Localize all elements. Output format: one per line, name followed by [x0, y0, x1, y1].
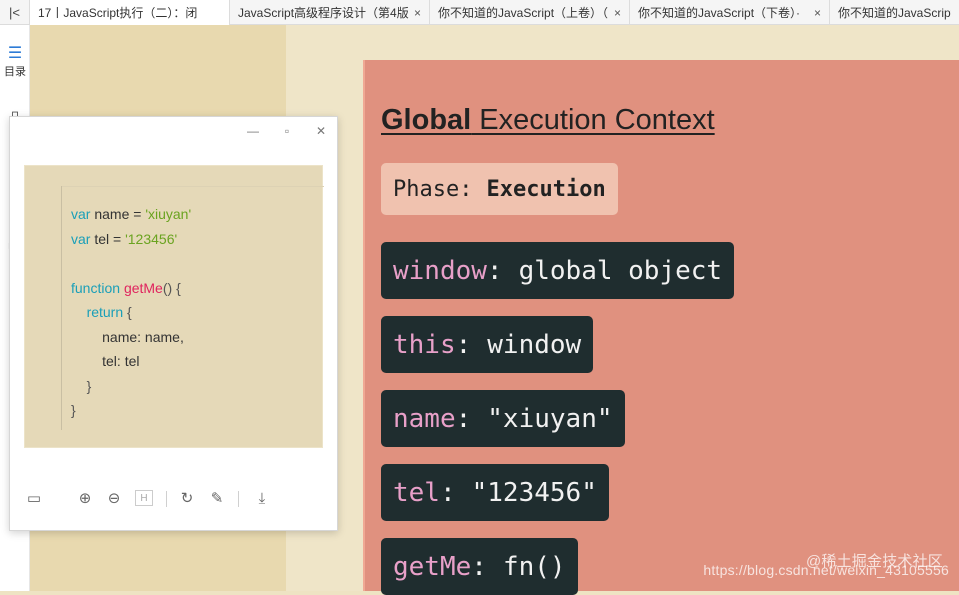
entry-colon: :	[455, 403, 472, 434]
toolbar-separator	[238, 491, 239, 507]
tab-5[interactable]: 你不知道的JavaScript	[830, 0, 959, 25]
code-text: name: name,	[102, 328, 184, 345]
slide-title-bold: Global	[381, 104, 472, 136]
entry-colon: :	[439, 477, 456, 508]
rotate-icon[interactable]: ↻	[178, 489, 196, 507]
code-text: }	[71, 402, 76, 418]
close-icon[interactable]: ×	[614, 6, 621, 20]
download-icon[interactable]: ⤓	[253, 489, 271, 507]
zoom-out-icon[interactable]: ⊖	[105, 489, 123, 507]
slide-title: Global Execution Context	[381, 104, 715, 137]
slide-title-rest: Execution Context	[471, 104, 715, 136]
image-viewer-window[interactable]: — ▫ ✕ var name = 'xiuyan' var tel = '123…	[9, 116, 338, 531]
slide-image: Global Execution Context Phase: Executio…	[363, 60, 959, 595]
tab-label: 你不知道的JavaScript	[838, 6, 951, 20]
entry-key: window	[393, 255, 487, 286]
code-text: }	[86, 377, 92, 394]
entry-key: name	[393, 403, 456, 434]
tab-label: 17丨JavaScript执行（二）：闭	[38, 6, 198, 20]
tab-bar: |< 17丨JavaScript执行（二）：闭 JavaScript高级程序设计…	[0, 0, 959, 25]
code-block-border	[61, 186, 324, 187]
watermark-brand: @稀土掘金技术社区	[806, 550, 943, 571]
context-entry-window: window: global object	[381, 242, 735, 299]
tab-label: JavaScript高级程序设计（第4版	[238, 6, 409, 20]
code-text: tel: tel	[102, 353, 140, 369]
zoom-in-icon[interactable]: ⊕	[76, 489, 94, 507]
tab-label: 你不知道的JavaScript（上卷）（	[438, 6, 609, 20]
entry-key: tel	[393, 477, 440, 508]
entry-colon: :	[486, 255, 503, 286]
code-string: 'xiuyan'	[145, 206, 192, 222]
code-keyword: var	[71, 206, 91, 222]
tab-2[interactable]: JavaScript高级程序设计（第4版 ×	[230, 0, 430, 25]
entry-colon: :	[471, 551, 487, 582]
pencil-icon[interactable]: ✎	[208, 489, 226, 507]
viewer-toolbar: ▭ ⊕ ⊖ H ↻ ✎ ⤓	[10, 485, 337, 513]
entry-value: fn()	[502, 551, 566, 582]
close-button[interactable]: ✕	[315, 124, 327, 138]
viewer-titlebar[interactable]: — ▫ ✕	[10, 117, 337, 145]
close-icon[interactable]: ×	[414, 6, 421, 20]
context-entry-name: name: "xiuyan"	[381, 390, 625, 447]
minimize-button[interactable]: —	[247, 124, 259, 138]
code-keyword: return	[86, 304, 124, 320]
entry-value: "xiuyan"	[487, 403, 613, 434]
page-field[interactable]: H	[135, 490, 153, 506]
thumbnail-icon[interactable]: ▭	[25, 489, 43, 507]
phase-value: Execution	[486, 176, 606, 202]
code-keyword: function	[71, 279, 121, 296]
entry-value: window	[487, 329, 582, 360]
entry-value: global object	[518, 255, 723, 286]
list-icon: ☰	[7, 45, 23, 62]
code-text: {	[123, 304, 132, 320]
code-string: '123456'	[125, 230, 178, 247]
phase-label: Phase:	[393, 176, 473, 202]
code-text: name =	[90, 206, 146, 222]
code-text: tel =	[90, 230, 126, 247]
toolbar-separator	[166, 491, 167, 507]
code-block-border	[61, 186, 62, 430]
entry-key: getMe	[393, 551, 472, 582]
collapse-sidebar-button[interactable]: |<	[0, 0, 30, 25]
tab-1[interactable]: 17丨JavaScript执行（二）：闭	[30, 0, 230, 25]
maximize-button[interactable]: ▫	[281, 124, 293, 138]
context-entry-this: this: window	[381, 316, 594, 373]
chevron-left-icon: |<	[9, 5, 20, 20]
tab-label: 你不知道的JavaScript（下卷）·	[638, 6, 801, 20]
code-block: var name = 'xiuyan' var tel = '123456' f…	[71, 202, 191, 423]
entry-value: "123456"	[471, 477, 597, 508]
viewer-image: var name = 'xiuyan' var tel = '123456' f…	[24, 165, 324, 448]
context-entry-getme: getMe: fn()	[381, 538, 578, 595]
phase-badge: Phase: Execution	[381, 163, 618, 215]
close-icon[interactable]: ×	[814, 6, 821, 20]
code-function: getMe	[123, 279, 163, 296]
rail-item-toc[interactable]: ☰ 目录	[0, 45, 29, 79]
context-entry-tel: tel: "123456"	[381, 464, 609, 521]
entry-key: this	[393, 329, 456, 360]
code-keyword: var	[71, 230, 91, 247]
rail-item-label: 目录	[4, 66, 26, 78]
code-text: () {	[162, 279, 181, 296]
entry-colon: :	[455, 329, 472, 360]
tab-3[interactable]: 你不知道的JavaScript（上卷）（ ×	[430, 0, 630, 25]
watermark-brand-text: @稀土掘金技术社区	[805, 553, 943, 570]
tab-4[interactable]: 你不知道的JavaScript（下卷）· ×	[630, 0, 830, 25]
